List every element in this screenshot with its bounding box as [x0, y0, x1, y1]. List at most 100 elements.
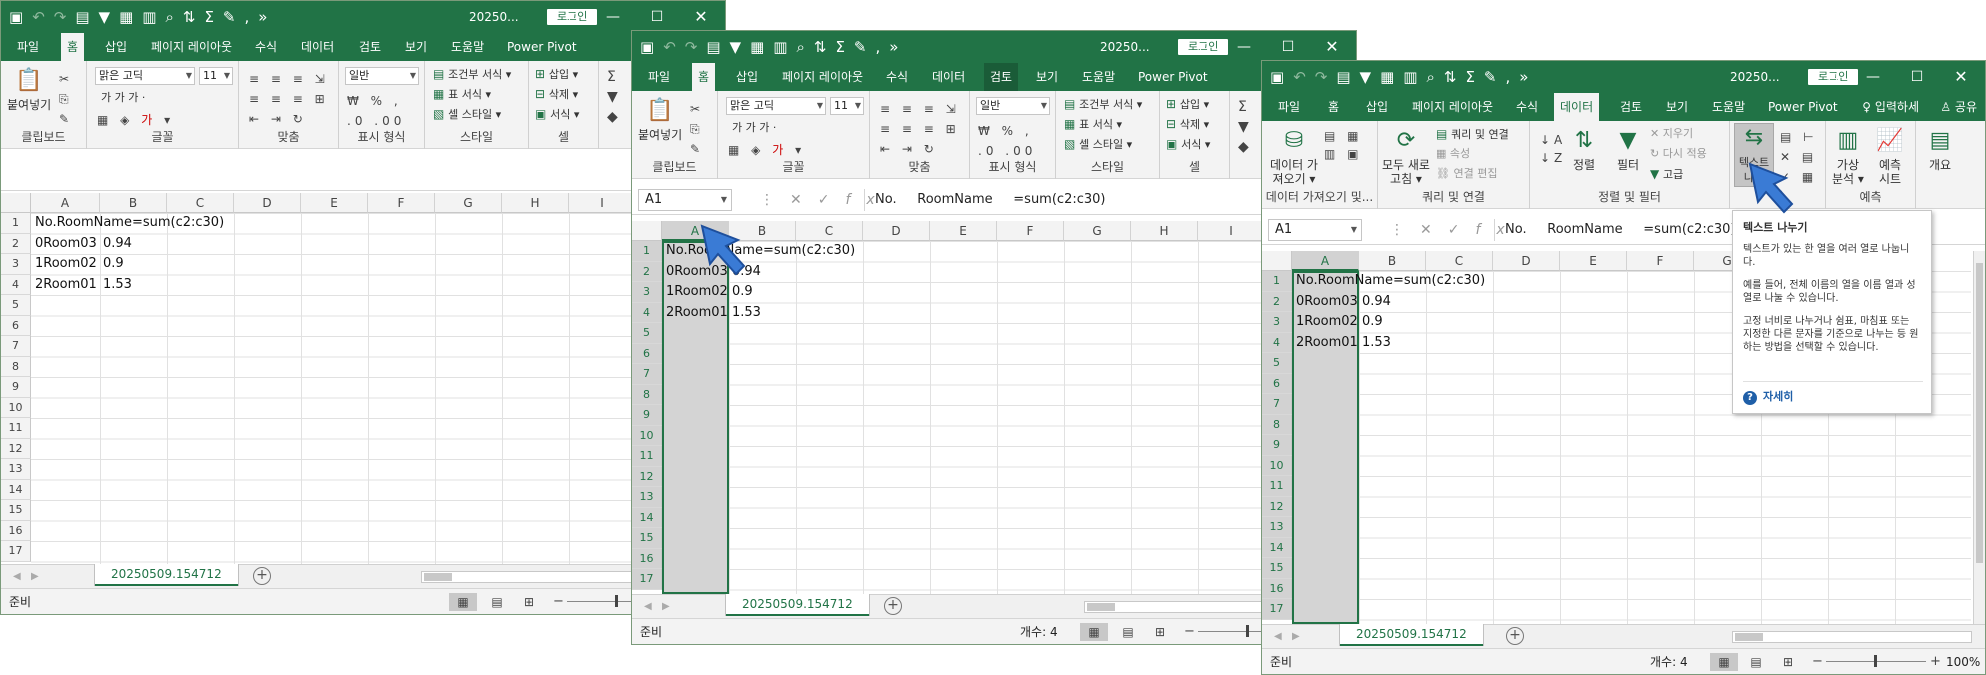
refresh-all-button[interactable]: ⟳ 모두 새로 고침 ▾: [1382, 127, 1430, 186]
form-icon[interactable]: ▤: [1336, 69, 1350, 85]
row-header[interactable]: 12: [632, 466, 662, 487]
column-header[interactable]: H: [502, 193, 569, 213]
filter-button[interactable]: ▼ 필터: [1614, 127, 1642, 172]
tab-insert[interactable]: 삽입: [1360, 93, 1394, 121]
select-all-corner[interactable]: [1, 193, 31, 213]
cell-a4[interactable]: 2Room01: [32, 275, 97, 295]
pivot-icon[interactable]: ▦: [750, 39, 764, 55]
save-icon[interactable]: ▣: [9, 9, 23, 25]
table-format-button[interactable]: ▦ 표 서식 ▾: [1064, 117, 1122, 132]
row-header[interactable]: 16: [1, 520, 31, 541]
clear-filter-button[interactable]: ✕ 지우기: [1650, 127, 1693, 141]
form-icon[interactable]: ▤: [75, 9, 89, 25]
row-header[interactable]: 15: [1, 500, 31, 521]
row-header[interactable]: 4: [1, 274, 31, 295]
row-header[interactable]: 1: [1262, 271, 1292, 292]
select-all-corner[interactable]: [1262, 251, 1292, 271]
row-header[interactable]: 1: [1, 213, 31, 234]
ribbon-options-icon[interactable]: ⊡: [1821, 61, 1845, 93]
minimize-icon[interactable]: —: [601, 1, 625, 33]
sheet-next-icon[interactable]: ▶: [31, 565, 39, 589]
normal-view-icon[interactable]: ▦: [1710, 653, 1738, 671]
table-format-button[interactable]: ▦ 표 서식 ▾: [433, 87, 491, 102]
row-header[interactable]: 2: [632, 261, 662, 282]
row-header[interactable]: 14: [1262, 537, 1292, 558]
queries-connections-button[interactable]: ▤ 쿼리 및 연결: [1436, 127, 1509, 142]
pivot-icon[interactable]: ▦: [119, 9, 133, 25]
tab-power-pivot[interactable]: Power Pivot: [1762, 93, 1844, 121]
number-format-icons[interactable]: ₩ % , .0 .00: [347, 91, 405, 131]
row-header[interactable]: 15: [1262, 558, 1292, 579]
column-header[interactable]: B: [1359, 251, 1426, 271]
column-header[interactable]: A: [1292, 251, 1359, 271]
minimize-icon[interactable]: —: [1861, 61, 1885, 93]
close-icon[interactable]: ✕: [689, 1, 713, 33]
row-header[interactable]: 5: [632, 323, 662, 344]
cell-grid[interactable]: [662, 241, 1356, 594]
filter-icon[interactable]: ▼: [730, 39, 742, 55]
tab-view[interactable]: 보기: [1660, 93, 1694, 121]
conditional-format-button[interactable]: ▤ 조건부 서식 ▾: [433, 67, 511, 82]
add-sheet-icon[interactable]: +: [253, 567, 271, 585]
sum-icon[interactable]: Σ: [1465, 69, 1474, 85]
normal-view-icon[interactable]: ▦: [449, 593, 477, 611]
cell-a2[interactable]: 0Room03: [1293, 292, 1358, 312]
clipboard-small-icons[interactable]: ✂ ⎘ ✎: [690, 99, 704, 159]
format-icon[interactable]: ✎: [223, 9, 236, 25]
reapply-button[interactable]: ↻ 다시 적용: [1650, 147, 1707, 161]
row-header[interactable]: 10: [1, 397, 31, 418]
tab-home[interactable]: 홈: [1322, 93, 1345, 121]
sheet-tab[interactable]: 20250509.154712: [95, 564, 238, 586]
row-header[interactable]: 6: [1, 315, 31, 336]
column-header[interactable]: F: [1627, 251, 1694, 271]
edit-links-button[interactable]: ⛓ 연결 편집: [1436, 167, 1497, 181]
properties-button[interactable]: ▦ 속성: [1436, 147, 1470, 161]
row-header[interactable]: 6: [1262, 373, 1292, 394]
row-header[interactable]: 14: [632, 507, 662, 528]
cell-a3[interactable]: 1Room02: [1293, 312, 1358, 332]
tell-me-more-link[interactable]: ? 자세히: [1743, 381, 1923, 405]
tab-help[interactable]: 도움말: [445, 33, 490, 61]
undo-icon[interactable]: ↶: [32, 9, 45, 25]
column-header[interactable]: G: [435, 193, 502, 213]
tab-data[interactable]: 데이터: [1554, 93, 1600, 121]
redo-icon[interactable]: ↷: [54, 9, 67, 25]
insert-cells-button[interactable]: ⊞ 삽입 ▾: [1166, 97, 1209, 112]
row-header[interactable]: 3: [1, 254, 31, 275]
tell-me-search[interactable]: ♀ 입력하세: [1862, 93, 1919, 121]
tab-power-pivot[interactable]: Power Pivot: [501, 33, 583, 61]
name-box[interactable]: A1 ▼: [1268, 219, 1362, 241]
cell-a1[interactable]: No.RoomName=sum(c2:c30): [663, 241, 855, 261]
get-data-button[interactable]: ⛁ 데이터 가 져오기 ▾: [1270, 127, 1318, 186]
row-header[interactable]: 10: [632, 425, 662, 446]
format-cells-button[interactable]: ▣ 서식 ▾: [535, 107, 579, 122]
insert-cells-button[interactable]: ⊞ 삽입 ▾: [535, 67, 578, 82]
minimize-icon[interactable]: —: [1232, 31, 1256, 63]
scroll-thumb[interactable]: [1087, 603, 1115, 611]
row-header[interactable]: 8: [1, 356, 31, 377]
cell-b4[interactable]: 1.53: [729, 303, 761, 323]
tab-page-layout[interactable]: 페이지 레이아웃: [776, 63, 869, 91]
tab-file[interactable]: 파일: [11, 33, 45, 61]
row-header[interactable]: 17: [632, 569, 662, 590]
editing-icons[interactable]: Σ ▼ ◆: [607, 67, 622, 127]
name-box[interactable]: A1 ▼: [638, 189, 732, 211]
maximize-icon[interactable]: ☐: [1905, 61, 1929, 93]
row-header[interactable]: 5: [1, 295, 31, 316]
column-header[interactable]: A: [31, 193, 100, 213]
tab-page-layout[interactable]: 페이지 레이아웃: [1406, 93, 1499, 121]
tab-help[interactable]: 도움말: [1706, 93, 1751, 121]
zoom-out-icon[interactable]: −: [1184, 619, 1195, 644]
share-button[interactable]: ♙ 공유: [1940, 93, 1977, 121]
row-header[interactable]: 2: [1262, 291, 1292, 312]
row-header[interactable]: 3: [632, 282, 662, 303]
page-break-icon[interactable]: ⊞: [1146, 623, 1174, 641]
page-layout-icon[interactable]: ▤: [483, 593, 511, 611]
sheet-prev-icon[interactable]: ◀: [1274, 625, 1282, 649]
more-icon[interactable]: ,: [245, 9, 250, 25]
font-name-select[interactable]: 맑은 고딕 ▼: [726, 97, 826, 115]
row-header[interactable]: 12: [1262, 496, 1292, 517]
column-header[interactable]: E: [930, 221, 997, 241]
save-icon[interactable]: ▣: [640, 39, 654, 55]
cell-b4[interactable]: 1.53: [100, 275, 132, 295]
